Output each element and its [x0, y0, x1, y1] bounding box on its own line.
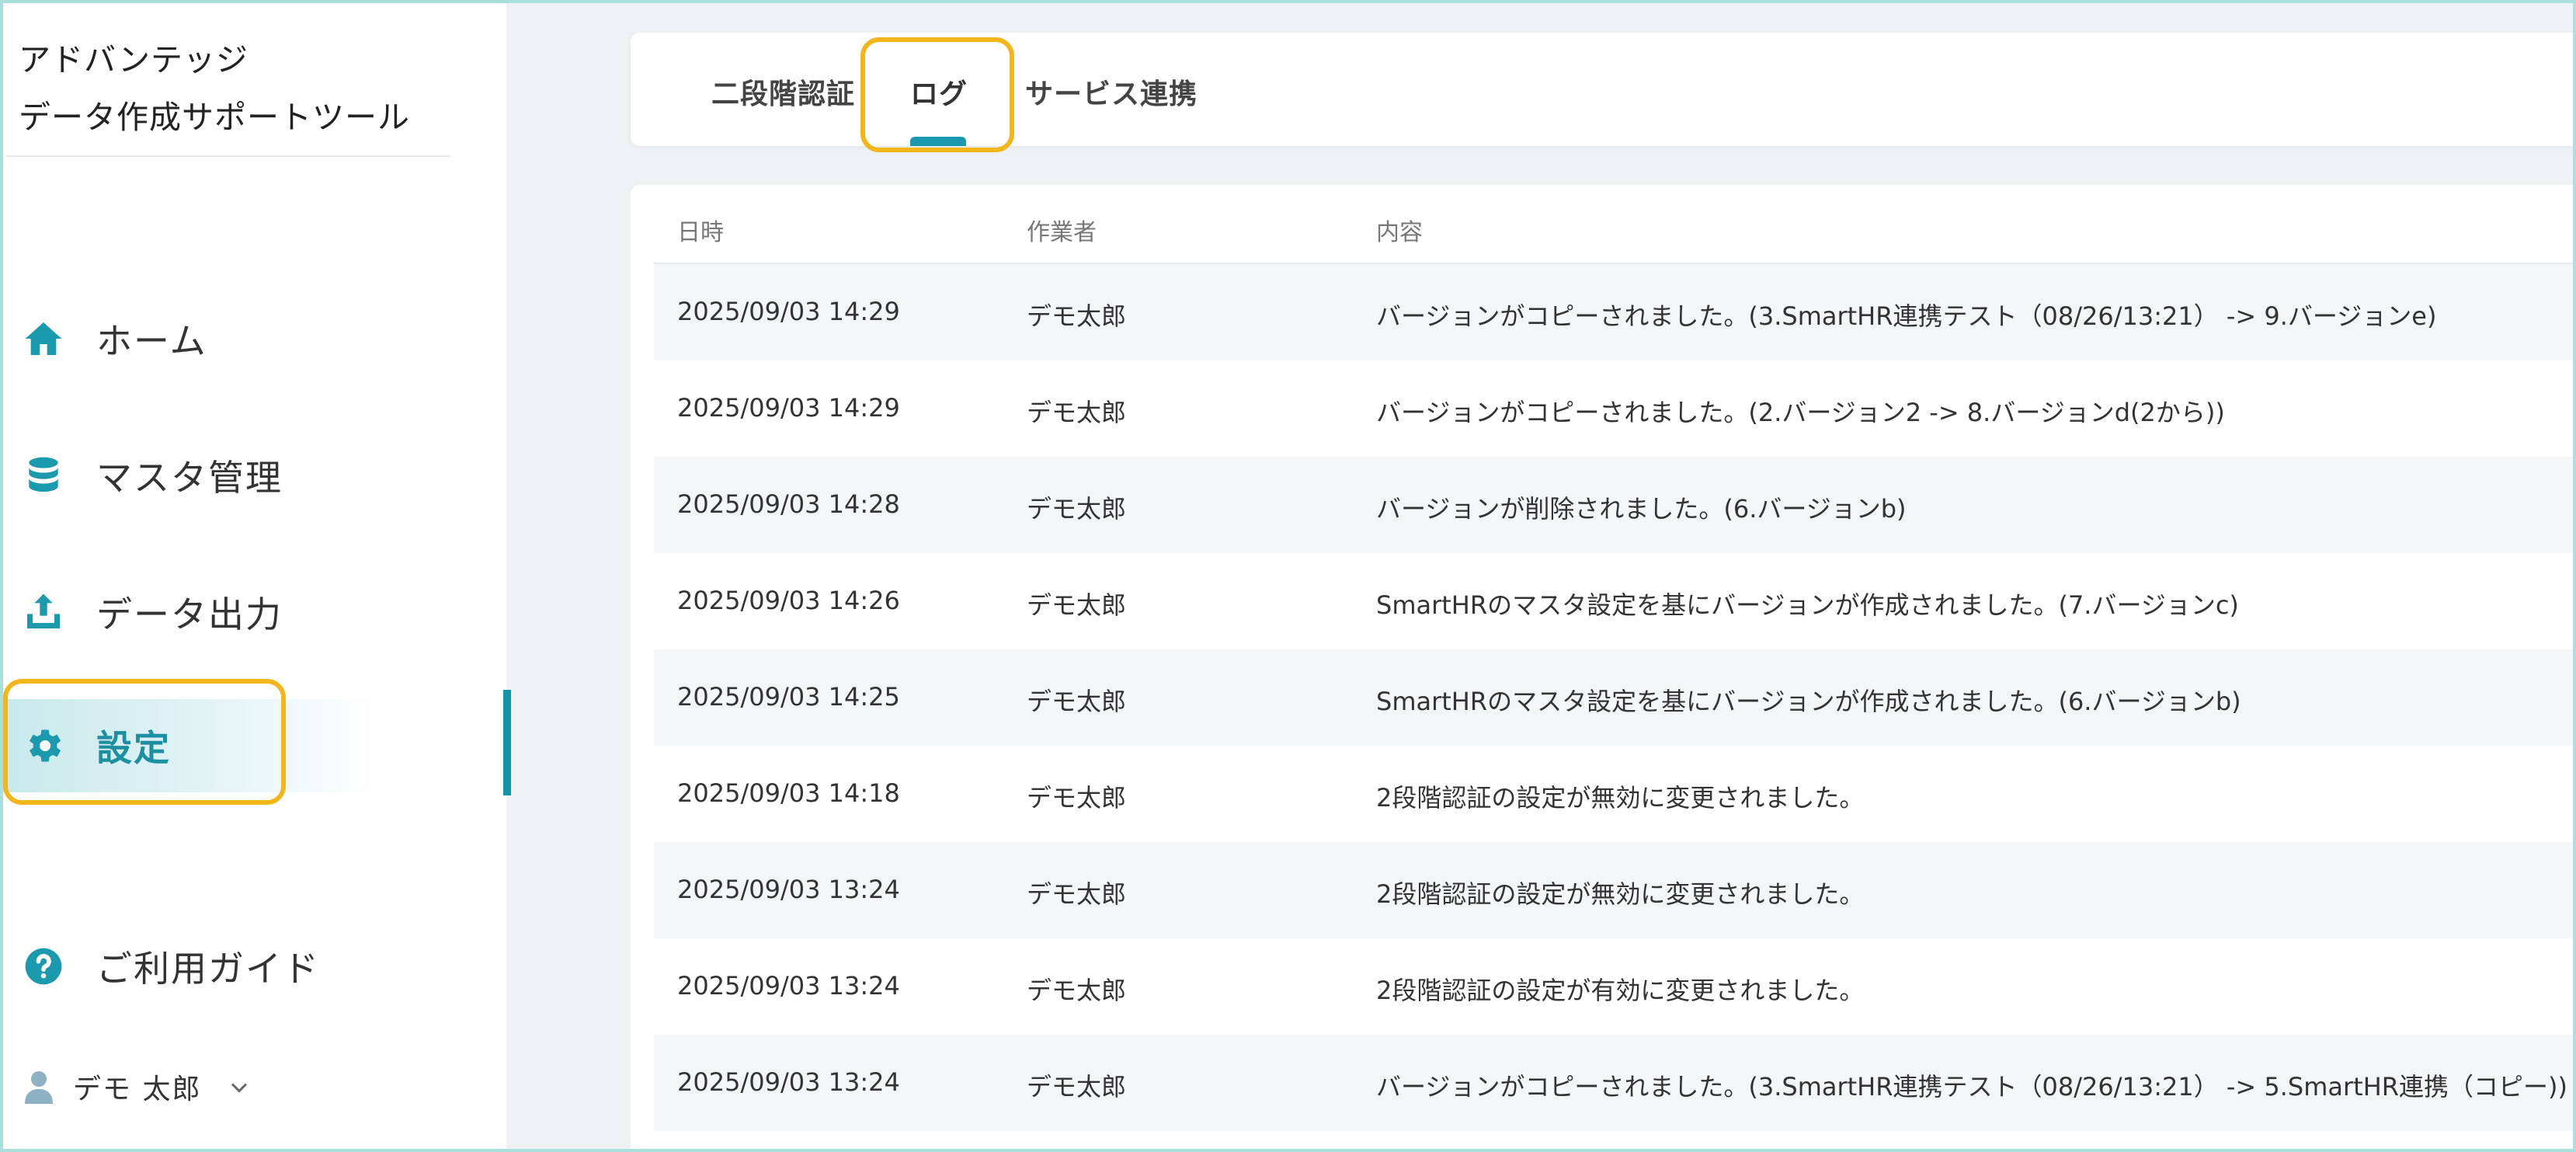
sidebar-item-label: マスタ管理 [96, 457, 283, 499]
app-title-line1: アドバンテッジ [19, 41, 249, 78]
cell-operator: デモ太郎 [1027, 301, 1127, 331]
table-row: 2025/09/03 14:26 デモ太郎 SmartHRのマスタ設定を基にバー… [654, 553, 2576, 649]
cell-operator: デモ太郎 [1027, 398, 1127, 427]
cell-datetime: 2025/09/03 14:28 [677, 489, 900, 519]
cell-datetime: 2025/09/03 13:24 [677, 971, 900, 1001]
sidebar-item-master[interactable]: マスタ管理 [3, 429, 376, 522]
cell-operator: デモ太郎 [1027, 976, 1127, 1005]
log-table: 日時 作業者 内容 2025/09/03 14:29 デモ太郎 バージョンがコピ… [631, 185, 2576, 1152]
cell-datetime: 2025/09/03 14:18 [677, 778, 900, 808]
cell-content: バージョンがコピーされました。(3.SmartHR連携テスト（08/26/13:… [1376, 1072, 2567, 1102]
sidebar-item-home[interactable]: ホーム [3, 292, 376, 385]
highlight-settings [3, 679, 286, 805]
table-row: 2025/09/03 14:25 デモ太郎 SmartHRのマスタ設定を基にバー… [654, 649, 2576, 746]
sidebar-item-guide[interactable]: ご利用ガイド [3, 920, 376, 1013]
user-icon [25, 1071, 53, 1104]
cell-datetime: 2025/09/03 14:26 [677, 586, 900, 615]
cell-content: バージョンがコピーされました。(3.SmartHR連携テスト（08/26/13:… [1376, 301, 2437, 331]
cell-datetime: 2025/09/03 13:24 [677, 875, 900, 904]
app-title-line2: データ作成サポートツール [19, 99, 410, 136]
sidebar: アドバンテッジ データ作成サポートツール ホーム マスタ管理 データ出力 設定 … [3, 3, 506, 1149]
cell-content: 2段階認証の設定が有効に変更されました。 [1376, 976, 1865, 1005]
chevron-down-icon[interactable] [225, 1074, 253, 1102]
user-menu[interactable]: デモ 太郎 [3, 1060, 500, 1114]
cell-content: 2段階認証の設定が無効に変更されました。 [1376, 879, 1865, 909]
database-icon [20, 452, 67, 499]
table-row: 2025/09/03 13:24 デモ太郎 2段階認証の設定が無効に変更されまし… [654, 842, 2576, 938]
app-title: アドバンテッジ データ作成サポートツール [19, 31, 454, 146]
cell-content: SmartHRのマスタ設定を基にバージョンが作成されました。(6.バージョンb) [1376, 687, 2241, 716]
cell-datetime: 2025/09/03 14:25 [677, 682, 900, 712]
table-row: 2025/09/03 14:18 デモ太郎 2段階認証の設定が無効に変更されまし… [654, 746, 2576, 842]
sidebar-item-label: データ出力 [96, 593, 283, 635]
cell-operator: デモ太郎 [1027, 783, 1127, 813]
divider [6, 155, 450, 157]
sidebar-item-label: ご利用ガイド [96, 948, 320, 990]
cell-datetime: 2025/09/03 14:29 [677, 393, 900, 423]
cell-operator: デモ太郎 [1027, 687, 1127, 716]
table-row: 2025/09/03 13:24 デモ太郎 2段階認証の設定が有効に変更されまし… [654, 938, 2576, 1035]
table-row: 2025/09/03 14:28 デモ太郎 バージョンが削除されました。(6.バ… [654, 457, 2576, 553]
upload-icon [20, 589, 67, 635]
cell-datetime: 2025/09/03 13:24 [677, 1067, 900, 1097]
active-indicator [503, 690, 511, 795]
sidebar-item-label: ホーム [96, 320, 207, 362]
header-content: 内容 [1376, 219, 1423, 246]
home-icon [20, 315, 67, 362]
table-row: 2025/09/03 13:24 デモ太郎 バージョンがコピーされました。(3.… [654, 1035, 2576, 1131]
cell-content: バージョンがコピーされました。(2.バージョン2 -> 8.バージョンd(2から… [1376, 398, 2225, 427]
cell-operator: デモ太郎 [1027, 590, 1127, 620]
help-icon [20, 943, 67, 990]
tab-service-integration[interactable]: サービス連携 [1025, 71, 1198, 112]
highlight-log-tab [860, 37, 1014, 152]
cell-operator: デモ太郎 [1027, 879, 1127, 909]
cell-content: バージョンが削除されました。(6.バージョンb) [1376, 494, 1907, 524]
table-header: 日時 作業者 内容 [654, 185, 2576, 264]
user-name: デモ 太郎 [73, 1074, 202, 1105]
cell-content: SmartHRのマスタ設定を基にバージョンが作成されました。(7.バージョンc) [1376, 590, 2239, 620]
tab-two-factor[interactable]: 二段階認証 [711, 71, 855, 112]
header-operator: 作業者 [1027, 219, 1097, 246]
cell-operator: デモ太郎 [1027, 1072, 1127, 1102]
table-row: 2025/09/03 14:29 デモ太郎 バージョンがコピーされました。(3.… [654, 264, 2576, 360]
header-datetime: 日時 [677, 219, 724, 246]
cell-datetime: 2025/09/03 14:29 [677, 297, 900, 326]
table-row: 2025/09/03 14:29 デモ太郎 バージョンがコピーされました。(2.… [654, 360, 2576, 457]
cell-content: 2段階認証の設定が無効に変更されました。 [1376, 783, 1865, 813]
sidebar-item-data-output[interactable]: データ出力 [3, 566, 376, 659]
cell-operator: デモ太郎 [1027, 494, 1127, 524]
